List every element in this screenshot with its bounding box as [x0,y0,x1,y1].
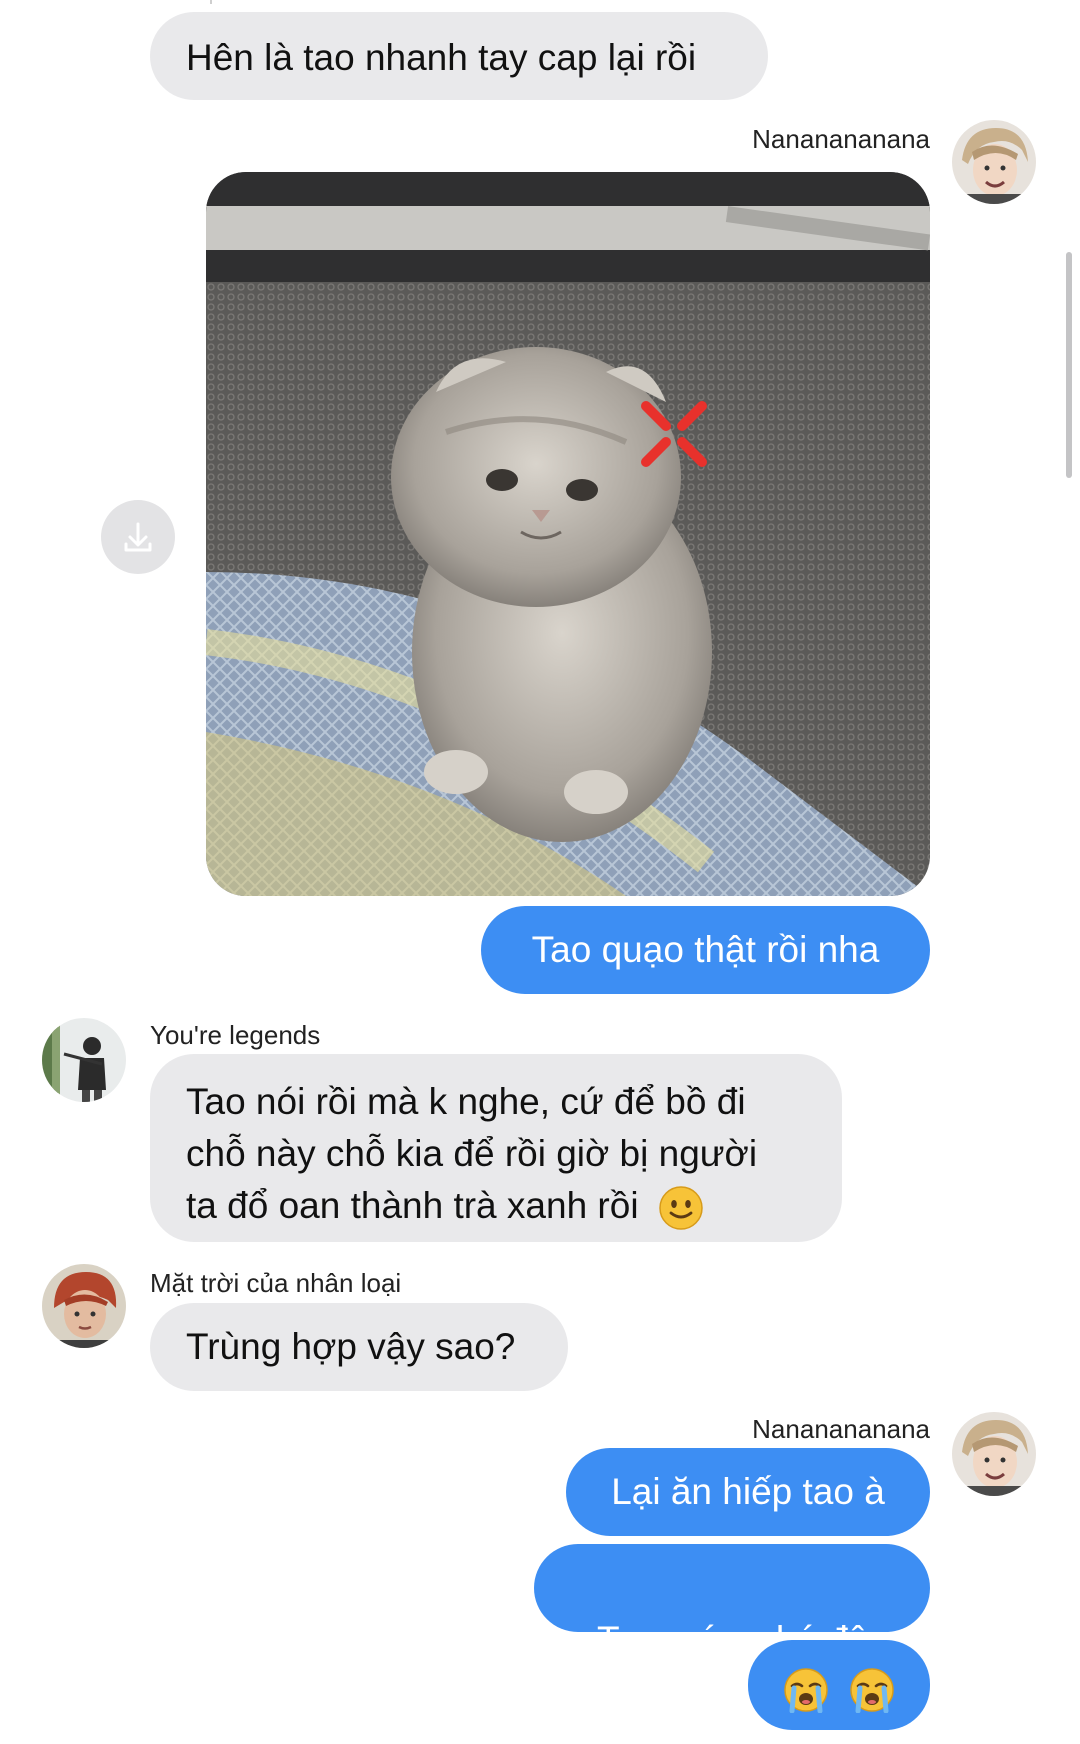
message-line: Tao nói rồi mà k nghe, cứ để bồ đi [186,1081,746,1122]
avatar-image [952,1412,1036,1496]
message-bubble-outgoing[interactable]: Tao méc chú đây [534,1544,930,1660]
message-bubble-incoming[interactable]: Tao nói rồi mà k nghe, cứ để bồ đi chỗ n… [150,1054,842,1242]
message-text: Trùng hợp vậy sao? [186,1326,516,1367]
message-text: Hên là tao nhanh tay cap lại rồi [186,37,697,78]
loudly-crying-face-icon [849,1667,895,1714]
loudly-crying-face-icon [783,1667,829,1714]
avatar-nananananana[interactable] [952,1412,1036,1496]
download-button[interactable] [101,500,175,574]
scroll-top-marker [210,0,212,4]
scrollbar[interactable] [1066,252,1072,478]
avatar-image [42,1264,126,1348]
message-line-with-emoji: ta đổ oan thành trà xanh rồi [186,1180,806,1232]
cat-photo[interactable] [206,172,930,896]
message-bubble-outgoing[interactable]: Lại ăn hiếp tao à [566,1448,930,1536]
message-bubble-outgoing-emoji[interactable] [748,1640,930,1730]
sender-name: You're legends [150,1020,321,1050]
message-bubble-incoming[interactable]: Trùng hợp vậy sao? [150,1303,568,1391]
cat-photo-image [206,172,930,896]
avatar-mat-troi[interactable] [42,1264,126,1348]
sender-name: Nananananana [752,124,930,154]
message-bubble-incoming[interactable]: Hên là tao nhanh tay cap lại rồi [150,12,768,100]
sender-name: Nananananana [752,1414,930,1444]
message-text: Lại ăn hiếp tao à [611,1471,885,1512]
message-text: Tao quạo thật rồi nha [531,929,880,970]
sender-name: Mặt trời của nhân loại [150,1268,402,1298]
download-icon [124,522,152,552]
message-line: chỗ này chỗ kia để rồi giờ bị người [186,1133,758,1174]
avatar-nananananana[interactable] [952,120,1036,204]
message-bubble-outgoing[interactable]: Tao quạo thật rồi nha [481,906,930,994]
avatar-image [952,120,1036,204]
avatar-image [42,1018,126,1102]
message-line: ta đổ oan thành trà xanh rồi [186,1185,639,1226]
slightly-smiling-face-icon [659,1186,703,1230]
avatar-youre-legends[interactable] [42,1018,126,1102]
